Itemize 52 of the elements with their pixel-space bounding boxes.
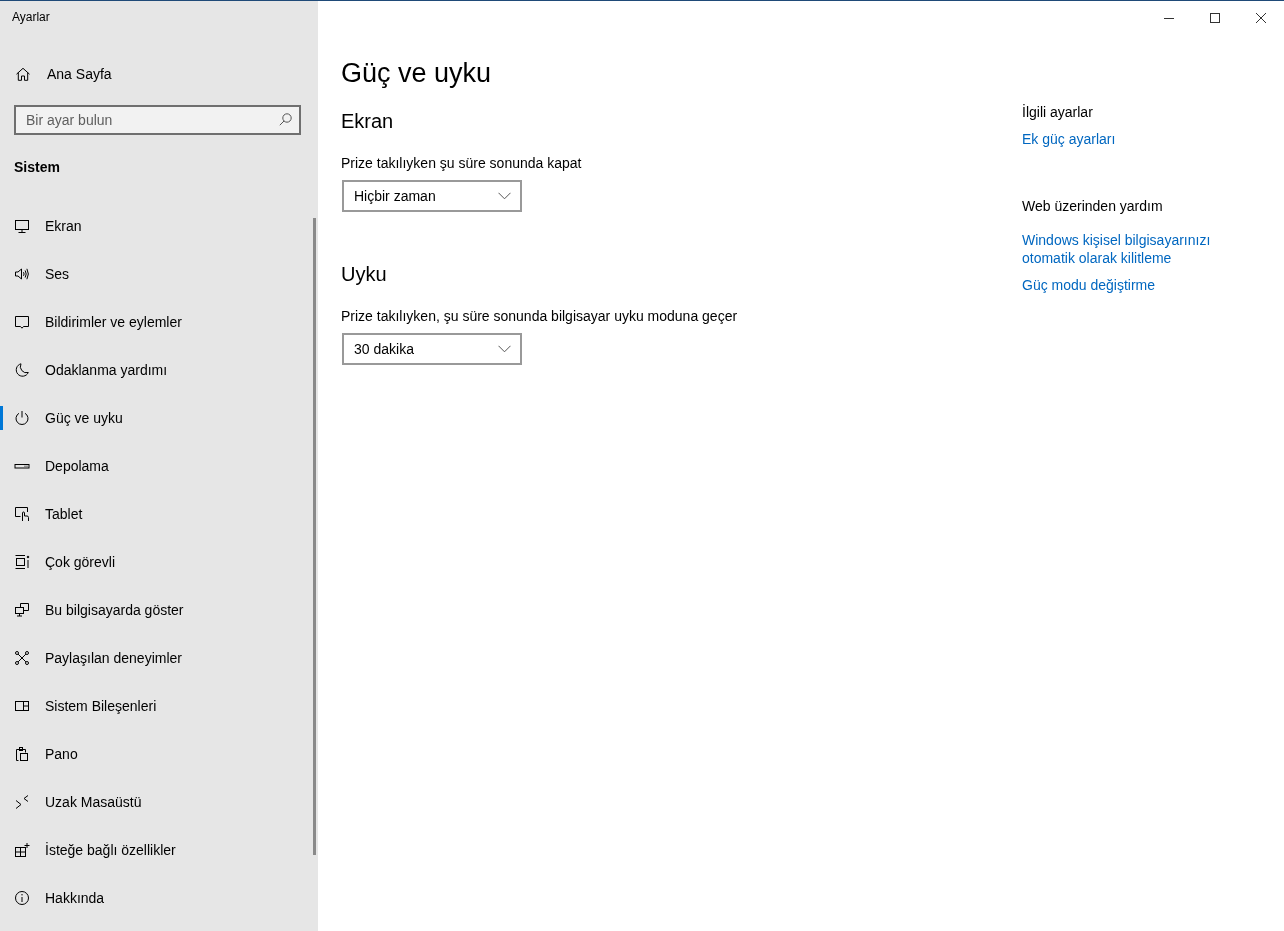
add-grid-icon — [14, 842, 30, 858]
chevron-down-icon — [498, 345, 511, 353]
nav-item[interactable]: Ses — [0, 250, 318, 298]
section-heading: Sistem — [13, 158, 60, 177]
nav-item[interactable]: Paylaşılan deneyimler — [0, 634, 318, 682]
nav-item[interactable]: Hakkında — [0, 874, 318, 922]
arrows-icon — [14, 794, 30, 810]
help-link[interactable]: Windows kişisel bilgisayarınızı otomatik olarak kilitleme — [1022, 231, 1222, 267]
two-screens-icon — [14, 602, 30, 618]
window-stack-icon — [14, 554, 30, 570]
speech-bubble-icon — [14, 314, 30, 330]
page-title: Güç ve uyku — [341, 57, 492, 90]
search-icon — [279, 113, 292, 126]
clipboard-icon — [14, 746, 30, 762]
home-icon — [15, 66, 31, 82]
window-title: Ayarlar — [11, 9, 50, 26]
nav-item[interactable]: Bildirimler ve eylemler — [0, 298, 318, 346]
nav-item[interactable]: Tablet — [0, 490, 318, 538]
nav-item[interactable]: Pano — [0, 730, 318, 778]
nav-item[interactable]: Sistem Bileşenleri — [0, 682, 318, 730]
close-icon — [1256, 12, 1266, 23]
power-icon — [14, 410, 30, 426]
setting-label: Prize takılıyken, şu süre sonunda bilgisayar uyku moduna geçer — [341, 307, 738, 326]
monitor-icon — [14, 218, 30, 234]
connected-nodes-icon — [14, 650, 30, 666]
nav-item[interactable]: İsteğe bağlı özellikler — [0, 826, 318, 874]
info-icon — [14, 890, 30, 906]
nav-item[interactable]: Çok görevli — [0, 538, 318, 586]
nav-item[interactable]: Bu bilgisayarda göster — [0, 586, 318, 634]
help-link[interactable]: Güç modu değiştirme — [1022, 276, 1156, 294]
maximize-icon — [1210, 12, 1220, 23]
search-field[interactable]: Bir ayar bulun — [14, 105, 301, 135]
setting-label: Prize takılıyken şu süre sonunda kapat — [341, 154, 582, 173]
scrollbar-thumb[interactable] — [313, 218, 316, 855]
home-item[interactable]: Ana Sayfa — [0, 50, 318, 98]
speaker-icon — [14, 266, 30, 282]
section-heading: Ekran — [341, 109, 394, 134]
nav-item[interactable]: Uzak Masaüstü — [0, 778, 318, 826]
related-heading: İlgili ayarlar — [1022, 103, 1093, 122]
related-heading: Web üzerinden yardım — [1022, 197, 1163, 216]
split-panel-icon — [14, 698, 30, 714]
dropdown[interactable]: Hiçbir zaman — [342, 180, 522, 212]
nav-item[interactable]: Güç ve uyku — [0, 394, 318, 442]
nav-item[interactable]: Odaklanma yardımı — [0, 346, 318, 394]
dropdown[interactable]: 30 dakika — [342, 333, 522, 365]
section-heading: Uyku — [341, 262, 387, 287]
chevron-down-icon — [498, 192, 511, 200]
nav-item[interactable]: Depolama — [0, 442, 318, 490]
nav-item[interactable]: Ekran — [0, 202, 318, 250]
tablet-touch-icon — [14, 506, 30, 522]
help-link[interactable]: Ek güç ayarları — [1022, 130, 1116, 148]
moon-icon — [14, 362, 30, 378]
